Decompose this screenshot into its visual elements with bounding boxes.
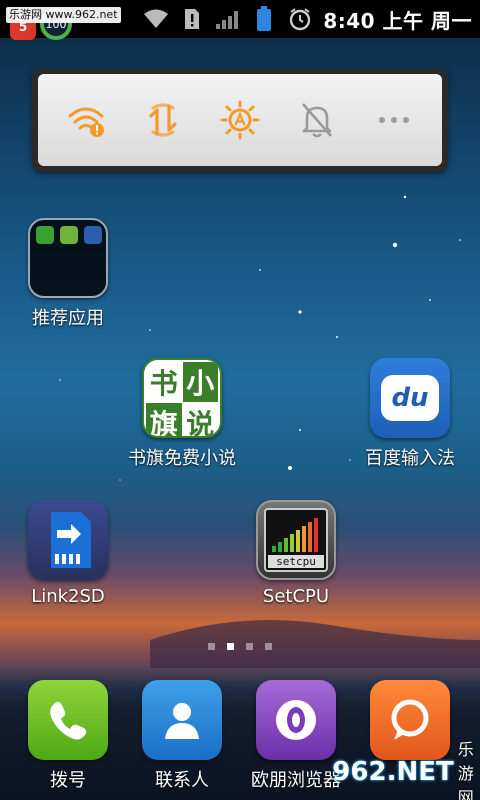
page-dot-active[interactable] xyxy=(227,643,234,650)
shuqi-glyph: 说 xyxy=(186,408,215,438)
page-dot[interactable] xyxy=(265,643,272,650)
app-label: 书旗免费小说 xyxy=(128,448,236,469)
app-label: Link2SD xyxy=(31,586,105,607)
dock-contacts[interactable]: 联系人 xyxy=(122,680,242,792)
app-label: SetCPU xyxy=(262,586,330,607)
page-dot[interactable] xyxy=(208,643,215,650)
status-left: 5 100 乐游网 www.962.net xyxy=(2,2,122,40)
dock-phone[interactable]: 拨号 xyxy=(8,680,128,792)
wifi-toggle-icon xyxy=(68,107,105,137)
folder-icon xyxy=(28,218,108,298)
baidu-glyph: du xyxy=(381,375,439,421)
brightness-auto-icon xyxy=(220,100,260,140)
status-bar: 5 100 乐游网 www.962.net 8:40 上午 周一 xyxy=(0,0,480,40)
shuqi-glyph: 旗 xyxy=(146,403,182,436)
sd-card-icon xyxy=(28,500,108,580)
mini-app-icon xyxy=(84,226,102,244)
app-link2sd[interactable]: Link2SD xyxy=(8,500,128,607)
status-clock: 8:40 上午 周一 xyxy=(323,8,472,33)
wifi-toggle-button[interactable] xyxy=(56,90,116,150)
watermark-top: 乐游网 www.962.net xyxy=(6,7,121,23)
app-setcpu[interactable]: setcpu SetCPU xyxy=(236,500,356,607)
sync-toggle-icon xyxy=(149,103,177,137)
app-folder-recommended[interactable]: 推荐应用 xyxy=(8,218,128,330)
mini-app-icon xyxy=(36,226,54,244)
phone-icon xyxy=(28,680,108,760)
app-label: 百度输入法 xyxy=(365,448,455,469)
chat-bubble-icon xyxy=(370,680,450,760)
app-baidu-input[interactable]: du 百度输入法 xyxy=(350,358,470,470)
sim-alert-icon xyxy=(179,6,205,32)
app-label: 联系人 xyxy=(155,770,209,791)
quick-toggle-panel xyxy=(38,74,442,166)
shuqi-icon: 书 小 旗 说 xyxy=(142,358,222,438)
page-dot[interactable] xyxy=(246,643,253,650)
silent-bell-icon xyxy=(301,103,332,138)
more-button[interactable] xyxy=(364,90,424,150)
status-right: 8:40 上午 周一 xyxy=(143,0,472,38)
baidu-icon: du xyxy=(370,358,450,438)
contact-person-icon xyxy=(142,680,222,760)
app-shuqi-novel[interactable]: 书 小 旗 说 书旗免费小说 xyxy=(122,358,242,470)
watermark-logo: 962.NET xyxy=(332,757,454,787)
app-label: 拨号 xyxy=(50,770,86,791)
more-icon xyxy=(378,117,409,123)
opera-browser-icon xyxy=(256,680,336,760)
mini-app-icon xyxy=(60,226,78,244)
watermark-bottom: 962.NET 乐游网 xyxy=(332,740,473,800)
setcpu-icon: setcpu xyxy=(256,500,336,580)
app-label: 欧朋浏览器 xyxy=(251,770,341,791)
signal-icon xyxy=(215,6,241,32)
page-indicator xyxy=(0,643,480,650)
alarm-icon xyxy=(287,6,313,32)
setcpu-glyph: setcpu xyxy=(268,555,324,568)
brightness-auto-button[interactable] xyxy=(210,90,270,150)
battery-icon xyxy=(251,6,277,32)
sync-toggle-button[interactable] xyxy=(133,90,193,150)
shuqi-glyph: 书 xyxy=(149,367,178,400)
wifi-icon xyxy=(143,6,169,32)
silent-mode-button[interactable] xyxy=(287,90,347,150)
app-label: 推荐应用 xyxy=(32,308,104,329)
watermark-text: 乐游网 xyxy=(457,740,474,800)
shuqi-glyph: 小 xyxy=(182,362,218,402)
quick-toggle-widget xyxy=(32,68,448,172)
